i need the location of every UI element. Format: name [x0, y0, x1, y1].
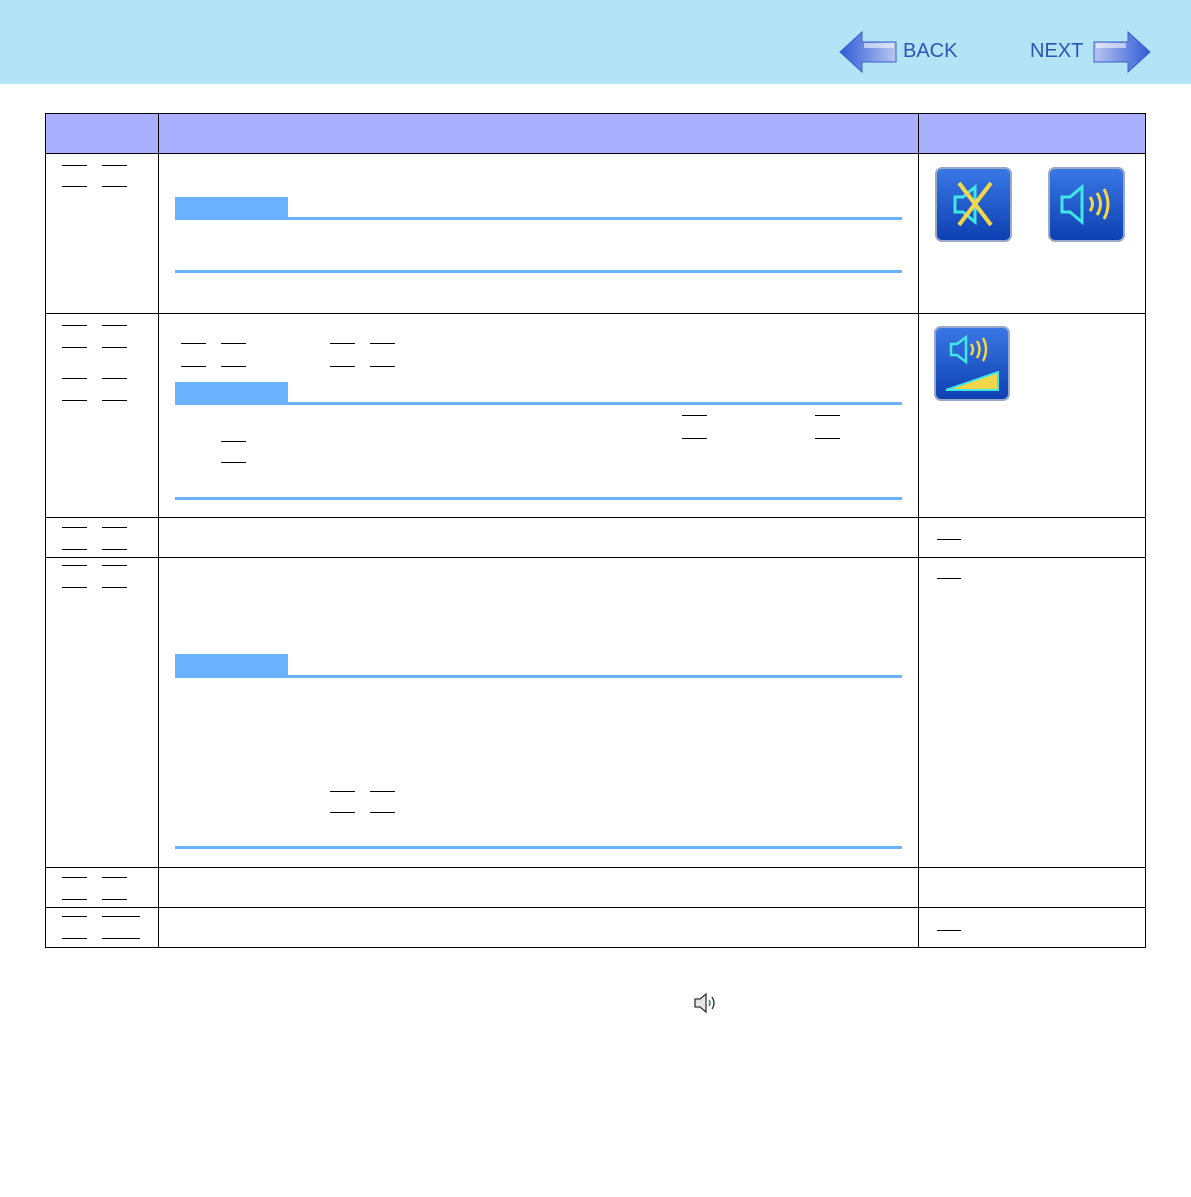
table-row-5-display-cell — [918, 867, 1146, 908]
table-row-1-display-cell — [918, 153, 1146, 314]
table-row-3-display-cell — [918, 517, 1146, 558]
note-top-line — [175, 675, 902, 678]
speaker-icon — [693, 990, 721, 1021]
key-underline — [62, 877, 87, 878]
key-underline — [815, 415, 840, 416]
table-row-2-display-cell — [918, 313, 1146, 518]
table-row-5-key-cell — [45, 867, 159, 908]
table-row-4-key-cell — [45, 557, 159, 868]
key-underline — [330, 343, 355, 344]
key-underline — [937, 539, 961, 540]
key-underline — [102, 378, 127, 379]
note-bottom-line — [175, 497, 902, 500]
key-underline — [62, 527, 87, 528]
key-underline — [370, 791, 395, 792]
key-underline — [102, 186, 127, 187]
key-underline — [102, 899, 127, 900]
key-underline — [62, 549, 87, 550]
key-underline — [62, 565, 87, 566]
key-underline — [682, 415, 707, 416]
table-row-6-display-cell — [918, 907, 1146, 948]
table-row-5-function-cell — [158, 867, 919, 908]
note-top-line — [175, 402, 902, 405]
key-underline — [221, 343, 246, 344]
key-underline — [62, 899, 87, 900]
key-underline — [102, 325, 127, 326]
table-row-1-key-cell — [45, 153, 159, 314]
key-underline — [221, 366, 246, 367]
mute-icon — [935, 167, 1012, 247]
table-row-6-key-cell — [45, 907, 159, 948]
header-cell-function — [158, 113, 919, 154]
table-row-2-key-cell — [45, 313, 159, 518]
next-label: NEXT — [1030, 40, 1084, 62]
table-row-3-function-cell — [158, 517, 919, 558]
next-button[interactable]: NEXT — [1028, 24, 1154, 80]
table-row-2-function-cell — [158, 313, 919, 518]
key-underline — [102, 400, 127, 401]
table-row-6-function-cell — [158, 907, 919, 948]
key-underline — [102, 565, 127, 566]
table-row-4-display-cell — [918, 557, 1146, 868]
header-cell-display — [918, 113, 1146, 154]
table-row-1-function-cell — [158, 153, 919, 314]
key-underline — [102, 938, 140, 939]
key-underline — [102, 916, 140, 917]
note-tab — [175, 654, 288, 675]
hotkey-table — [45, 113, 1146, 948]
key-underline — [62, 325, 87, 326]
key-underline — [62, 400, 87, 401]
key-underline — [815, 438, 840, 439]
table-row-4-function-cell — [158, 557, 919, 868]
key-underline — [181, 366, 206, 367]
key-underline — [62, 916, 87, 917]
back-button[interactable]: BACK — [838, 24, 968, 80]
note-bottom-line — [175, 270, 902, 273]
key-underline — [62, 165, 87, 166]
key-underline — [62, 938, 87, 939]
key-underline — [102, 527, 127, 528]
key-underline — [370, 366, 395, 367]
key-underline — [181, 343, 206, 344]
note-bottom-line — [175, 846, 902, 849]
note-tab — [175, 197, 288, 218]
key-underline — [682, 438, 707, 439]
note-top-line — [175, 217, 902, 220]
key-underline — [102, 347, 127, 348]
volume-level-icon — [934, 326, 1010, 406]
key-underline — [937, 930, 961, 931]
back-arrow-icon — [839, 30, 897, 74]
key-underline — [62, 378, 87, 379]
key-underline — [937, 578, 961, 579]
table-row-3-key-cell — [45, 517, 159, 558]
key-underline — [62, 347, 87, 348]
key-underline — [102, 587, 127, 588]
back-label: BACK — [903, 40, 958, 62]
key-underline — [370, 812, 395, 813]
key-underline — [102, 549, 127, 550]
key-underline — [370, 343, 395, 344]
key-underline — [62, 186, 87, 187]
key-underline — [221, 462, 246, 463]
speaker-on-icon — [1048, 167, 1125, 247]
key-underline — [330, 791, 355, 792]
note-tab — [175, 382, 288, 403]
key-underline — [221, 441, 246, 442]
key-underline — [330, 366, 355, 367]
key-underline — [102, 877, 127, 878]
key-underline — [102, 165, 127, 166]
next-arrow-icon — [1093, 30, 1151, 74]
key-underline — [62, 587, 87, 588]
top-nav-bar: BACK NEXT — [0, 0, 1191, 84]
key-underline — [330, 812, 355, 813]
header-cell-key — [45, 113, 159, 154]
